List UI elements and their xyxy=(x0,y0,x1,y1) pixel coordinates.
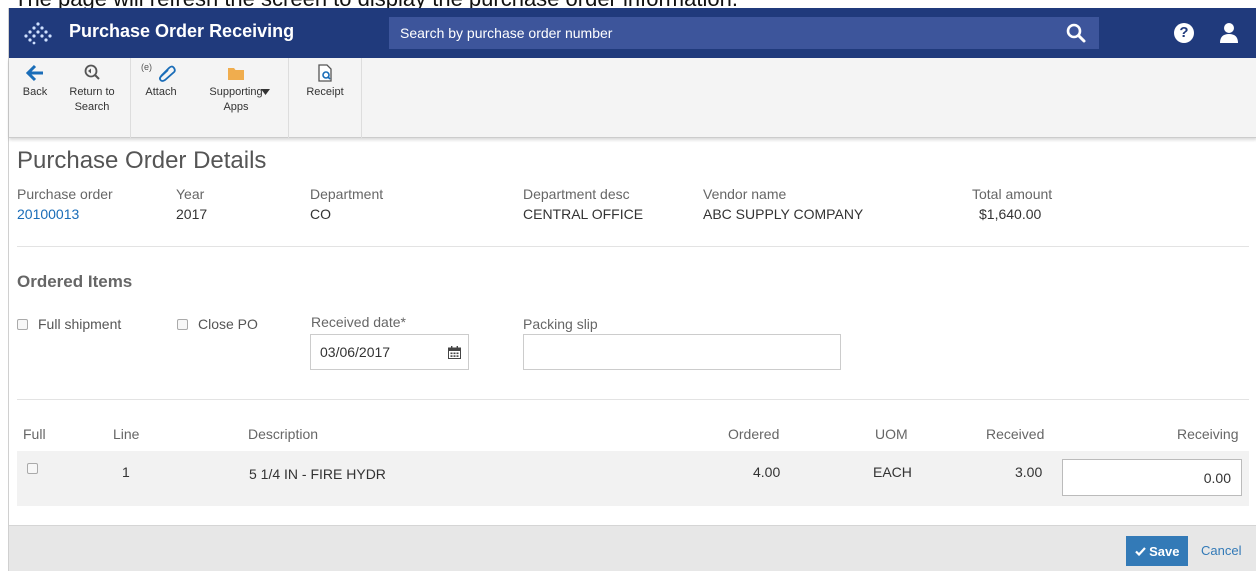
full-shipment-label: Full shipment xyxy=(38,316,122,332)
attach-icon-wrap: (e) xyxy=(137,58,185,85)
calendar-button[interactable] xyxy=(441,334,469,370)
year-value: 2017 xyxy=(176,206,208,222)
divider xyxy=(17,246,1249,247)
vendor-name-value: ABC SUPPLY COMPANY xyxy=(703,206,864,222)
received-date-input[interactable] xyxy=(310,334,442,370)
search-return-icon xyxy=(84,64,100,80)
department-label: Department xyxy=(310,186,384,202)
total-amount-label: Total amount xyxy=(972,186,1053,202)
column-header-receiving: Receiving xyxy=(1177,426,1239,442)
received-date-label: Received date* xyxy=(311,314,406,330)
search-bar xyxy=(389,17,1099,49)
full-shipment-checkbox[interactable] xyxy=(17,319,28,330)
help-icon[interactable]: ? xyxy=(1174,23,1194,43)
row-received: 3.00 xyxy=(1015,464,1043,480)
page-title: Purchase Order Details xyxy=(17,147,267,174)
row-description-link[interactable]: 5 1/4 IN - FIRE HYDR xyxy=(249,466,386,482)
receipt-label: Receipt xyxy=(306,86,344,98)
return-to-search-label: Return to Search xyxy=(69,86,115,113)
packing-slip-label: Packing slip xyxy=(523,316,598,332)
footer-bar: Save Cancel xyxy=(9,525,1256,571)
return-to-search-button[interactable]: Return to Search xyxy=(59,58,125,138)
supporting-apps-text: Supporting Apps xyxy=(209,86,263,113)
toolbar-group-navigation: Back Return to Search xyxy=(9,58,131,138)
purchase-order-link[interactable]: 20100013 xyxy=(17,206,79,222)
receipt-button[interactable]: Receipt xyxy=(297,58,353,138)
app-header: Purchase Order Receiving ? xyxy=(9,8,1256,58)
check-icon xyxy=(1134,546,1146,556)
close-po-label: Close PO xyxy=(198,316,258,332)
row-ordered: 4.00 xyxy=(753,464,781,480)
caret-down-icon xyxy=(261,89,270,95)
attach-prefix: (e) xyxy=(141,62,152,72)
column-header-full: Full xyxy=(23,426,46,442)
save-label: Save xyxy=(1149,543,1180,559)
vendor-name-label: Vendor name xyxy=(703,186,787,202)
row-receiving-input[interactable] xyxy=(1062,459,1242,496)
column-header-description: Description xyxy=(248,426,319,442)
packing-slip-input[interactable] xyxy=(523,334,841,370)
supporting-apps-label: Supporting Apps xyxy=(208,85,264,115)
user-icon[interactable] xyxy=(1219,22,1239,44)
cancel-link[interactable]: Cancel xyxy=(1201,543,1241,558)
column-header-line: Line xyxy=(113,426,140,442)
purchase-order-label: Purchase order xyxy=(17,186,113,202)
year-label: Year xyxy=(176,186,205,202)
supporting-apps-button[interactable]: Supporting Apps xyxy=(191,58,281,138)
attach-button[interactable]: (e) Attach xyxy=(137,58,185,138)
row-line: 1 xyxy=(122,464,130,480)
folder-icon xyxy=(228,68,244,80)
toolbar-group-actions: (e) Attach Supporting Apps xyxy=(131,58,289,138)
back-label: Back xyxy=(22,86,48,98)
column-header-received: Received xyxy=(986,426,1045,442)
attach-label: Attach xyxy=(145,86,177,98)
total-amount-value: $1,640.00 xyxy=(979,206,1042,222)
app-logo-icon xyxy=(24,22,52,45)
back-button[interactable]: Back xyxy=(11,58,59,138)
divider xyxy=(17,399,1249,400)
app-title: Purchase Order Receiving xyxy=(69,21,295,41)
calendar-icon xyxy=(448,346,461,359)
column-header-ordered: Ordered xyxy=(728,426,780,442)
department-desc-label: Department desc xyxy=(523,186,630,202)
paperclip-icon xyxy=(159,65,176,82)
ordered-items-title: Ordered Items xyxy=(17,272,133,291)
save-button[interactable]: Save xyxy=(1126,536,1188,566)
arrow-left-icon xyxy=(26,64,43,82)
receipt-document-icon xyxy=(318,64,332,82)
search-icon[interactable] xyxy=(1065,22,1087,44)
row-full-checkbox[interactable] xyxy=(27,463,38,474)
instruction-caption: The page will refresh the screen to disp… xyxy=(0,0,1256,8)
search-input[interactable] xyxy=(389,17,1049,49)
toolbar-group-receipt: Receipt xyxy=(289,58,362,138)
toolbar: Back Return to Search (e) Attach Support… xyxy=(9,58,1256,138)
department-desc-value: CENTRAL OFFICE xyxy=(523,206,644,222)
row-uom: EACH xyxy=(873,464,912,480)
column-header-uom: UOM xyxy=(875,426,908,442)
close-po-checkbox[interactable] xyxy=(177,319,188,330)
department-value: CO xyxy=(310,206,331,222)
app-window: Purchase Order Receiving ? Back xyxy=(8,8,1256,571)
